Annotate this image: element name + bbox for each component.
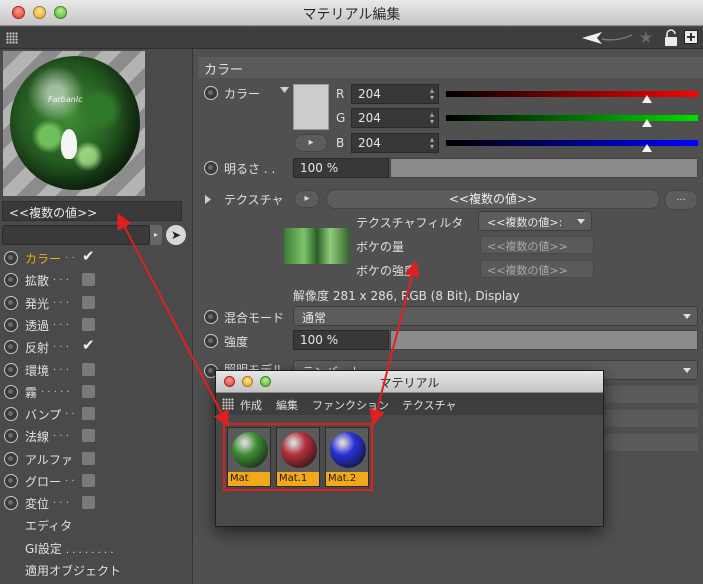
arrow-blur-to-material <box>369 260 420 426</box>
annotation-arrows <box>117 212 420 428</box>
arrow-name-to-material <box>117 212 229 428</box>
